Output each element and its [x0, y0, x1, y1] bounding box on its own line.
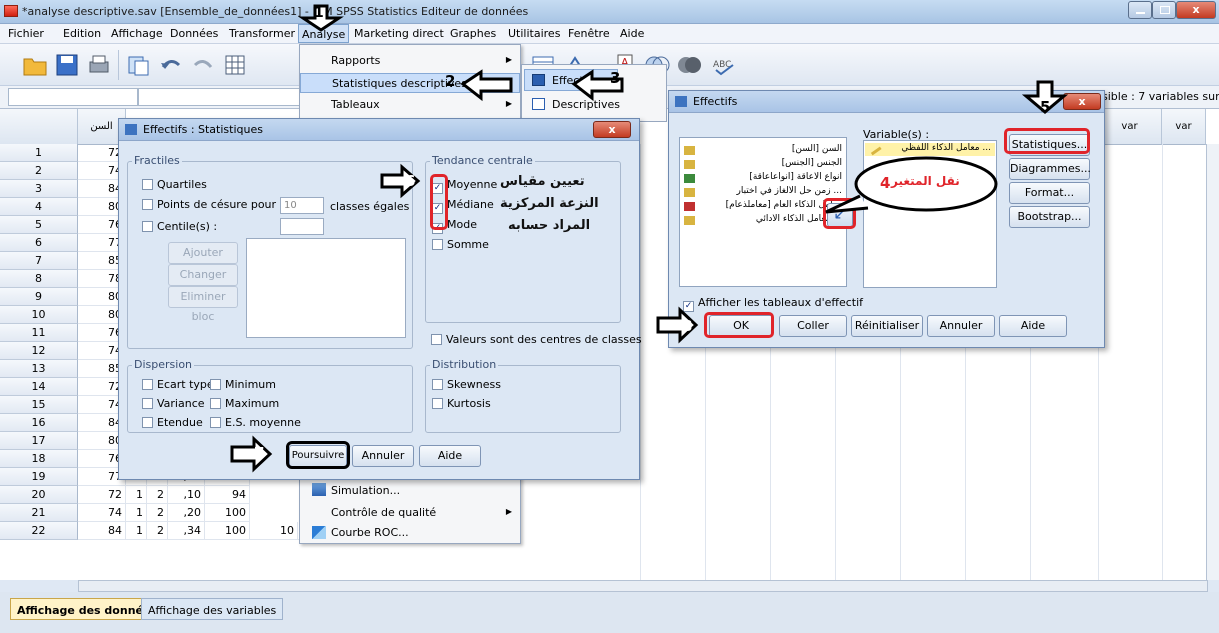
step-2-arrow — [460, 69, 513, 102]
step-2-label: 2 — [445, 72, 456, 90]
step-6-label: 6 — [405, 172, 416, 190]
step-6-text-line1: تعيين مقياس — [500, 174, 585, 189]
annotation-overlay — [230, 4, 1069, 473]
step-7-label: 7 — [254, 444, 265, 462]
step-4-text: نقل المتغير — [891, 174, 960, 188]
step-4-label: 4 — [880, 174, 891, 192]
step-6-text-line3: المراد حسابه — [508, 218, 591, 233]
step-3-label: 3 — [610, 69, 621, 87]
step-8-label: 8 — [682, 317, 693, 335]
step-5-label: 5 — [1040, 98, 1051, 116]
step-1-label: 1 — [314, 5, 324, 21]
callout-tail — [825, 194, 869, 214]
step-6-text-line2: النزعة المركزية — [500, 196, 599, 211]
